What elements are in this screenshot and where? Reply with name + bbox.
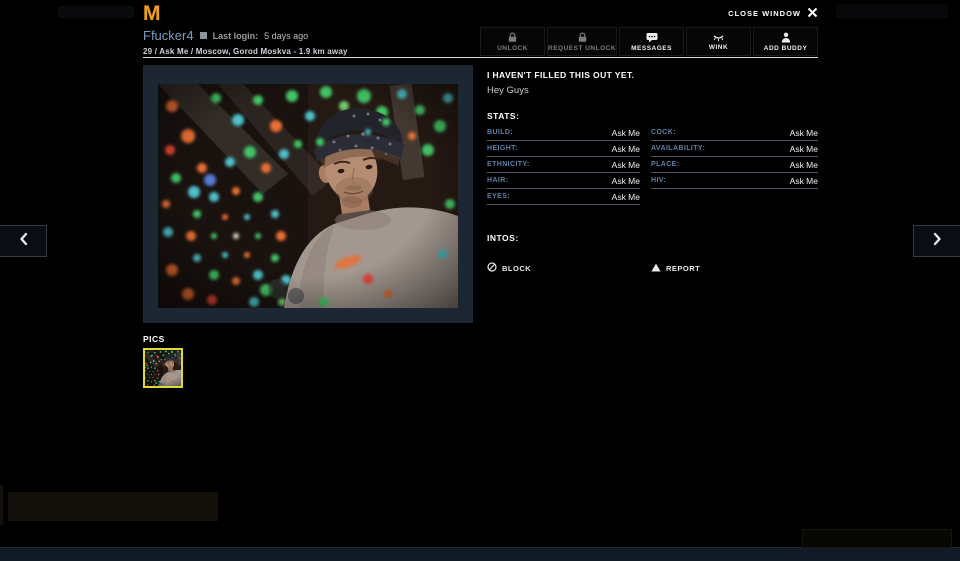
chevron-right-icon (933, 232, 942, 251)
stat-label: HEIGHT: (487, 145, 518, 152)
block-icon (487, 262, 497, 274)
background-artifact (0, 485, 3, 525)
stats-column-left: BUILD: Ask Me HEIGHT: Ask Me ETHNICITY: … (487, 125, 640, 205)
profile-details-panel: I HAVEN'T FILLED THIS OUT YET. Hey Guys … (487, 65, 818, 274)
intos-title: INTOS: (487, 233, 818, 243)
stats-title: STATS: (487, 111, 818, 121)
block-label: BLOCK (502, 264, 531, 273)
report-button[interactable]: REPORT (651, 262, 700, 274)
stat-label: COCK: (651, 129, 676, 136)
main-photo-card (143, 65, 473, 323)
chat-icon (646, 32, 658, 43)
moderation-row: BLOCK REPORT (487, 262, 818, 274)
stat-value: Ask Me (612, 192, 640, 202)
block-button[interactable]: BLOCK (487, 262, 651, 274)
previous-profile-button[interactable] (0, 225, 47, 257)
stat-row-ethnicity: ETHNICITY: Ask Me (487, 157, 640, 173)
close-window-button[interactable]: CLOSE WINDOW (728, 7, 818, 20)
stat-value: Ask Me (612, 160, 640, 170)
user-info: Ffucker4 Last login: 5 days ago 29 / Ask… (143, 28, 348, 56)
last-login-label: Last login: (213, 31, 259, 41)
next-profile-button[interactable] (913, 225, 960, 257)
profile-header: Ffucker4 Last login: 5 days ago 29 / Ask… (143, 27, 818, 58)
stat-value: Ask Me (612, 176, 640, 186)
stat-value: Ask Me (790, 144, 818, 154)
profile-photo (158, 84, 458, 308)
stat-row-eyes: EYES: Ask Me (487, 189, 640, 205)
stat-value: Ask Me (612, 128, 640, 138)
stat-value: Ask Me (612, 144, 640, 154)
stat-row-height: HEIGHT: Ask Me (487, 141, 640, 157)
stat-label: HAIR: (487, 177, 508, 184)
pics-section: PICS (143, 334, 183, 388)
stat-row-place: PLACE: Ask Me (651, 157, 818, 173)
add-buddy-button[interactable]: ADD BUDDY (753, 27, 818, 56)
stat-value: Ask Me (790, 160, 818, 170)
username: Ffucker4 (143, 28, 194, 43)
lock-icon (577, 32, 588, 43)
close-icon (807, 7, 818, 20)
report-icon (651, 263, 661, 274)
lock-icon (507, 32, 518, 43)
wink-icon (712, 32, 725, 42)
report-label: REPORT (666, 264, 700, 273)
stat-value: Ask Me (790, 128, 818, 138)
stat-row-cock: COCK: Ask Me (651, 125, 818, 141)
action-bar: UNLOCK REQUEST UNLOCK MESSAGES WINK (480, 27, 818, 56)
about-headline: I HAVEN'T FILLED THIS OUT YET. (487, 70, 818, 80)
about-body: Hey Guys (487, 85, 818, 96)
stat-row-hiv: HIV: Ask Me (651, 173, 818, 189)
status-indicator (200, 32, 207, 39)
stat-row-hair: HAIR: Ask Me (487, 173, 640, 189)
unlock-button[interactable]: UNLOCK (480, 27, 545, 56)
profile-modal: M CLOSE WINDOW Ffucker4 Last login: 5 da… (143, 0, 818, 561)
chevron-left-icon (19, 232, 28, 251)
messages-button[interactable]: MESSAGES (619, 27, 684, 56)
person-icon (781, 32, 791, 43)
pics-title: PICS (143, 334, 183, 344)
brand-logo: M (143, 2, 160, 26)
background-artifact (802, 529, 952, 548)
stats-grid: BUILD: Ask Me HEIGHT: Ask Me ETHNICITY: … (487, 125, 818, 205)
messages-label: MESSAGES (631, 45, 672, 52)
stat-row-availability: AVAILABILITY: Ask Me (651, 141, 818, 157)
stat-label: BUILD: (487, 129, 513, 136)
profile-summary: 29 / Ask Me / Moscow, Gorod Moskva - 1.9… (143, 47, 348, 56)
stat-label: HIV: (651, 177, 666, 184)
close-window-label: CLOSE WINDOW (728, 9, 801, 18)
stat-label: PLACE: (651, 161, 679, 168)
add-buddy-label: ADD BUDDY (764, 45, 808, 52)
wink-button[interactable]: WINK (686, 27, 751, 56)
request-unlock-label: REQUEST UNLOCK (548, 45, 616, 52)
background-artifact (58, 6, 134, 18)
photo-thumbnail-selected[interactable] (143, 348, 183, 388)
unlock-label: UNLOCK (497, 45, 528, 52)
stats-column-right: COCK: Ask Me AVAILABILITY: Ask Me PLACE:… (651, 125, 818, 189)
request-unlock-button[interactable]: REQUEST UNLOCK (547, 27, 617, 56)
last-login-value: 5 days ago (264, 31, 308, 41)
wink-label: WINK (709, 44, 728, 51)
background-artifact (836, 4, 948, 18)
stat-label: EYES: (487, 193, 510, 200)
stat-value: Ask Me (790, 176, 818, 186)
stat-row-build: BUILD: Ask Me (487, 125, 640, 141)
stat-label: ETHNICITY: (487, 161, 530, 168)
stat-label: AVAILABILITY: (651, 145, 705, 152)
